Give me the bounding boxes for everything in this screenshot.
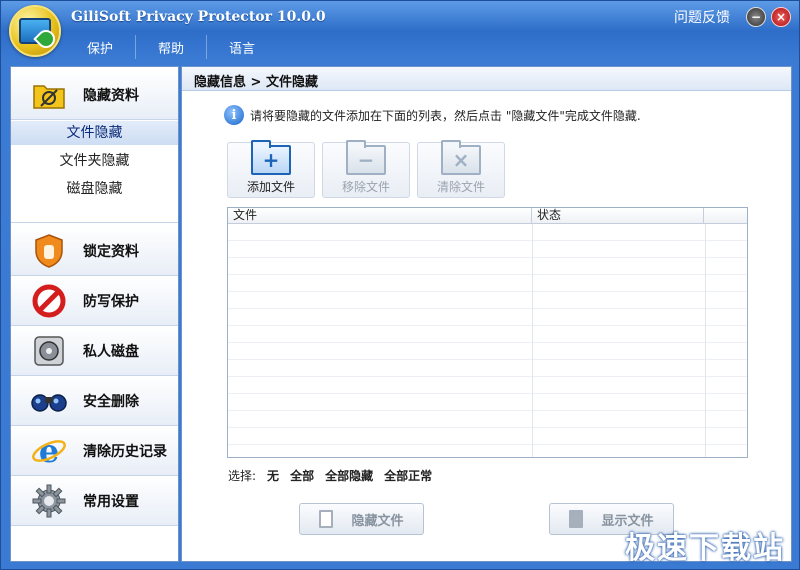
menu-bar: 保护 帮助 语言 [65,35,277,59]
folder-add-icon: + [251,140,291,175]
document-icon [569,510,584,528]
select-all-normal-link[interactable]: 全部正常 [384,467,432,484]
svg-text:e: e [39,433,59,469]
shield-hand-icon [31,233,67,269]
column-header-file[interactable]: 文件 [228,208,532,223]
main-panel: 隐藏信息 > 文件隐藏 i 请将要隐藏的文件添加在下面的列表，然后点击 "隐藏文… [181,66,792,562]
sidebar-item-label: 私人磁盘 [83,343,139,360]
clear-file-button[interactable]: × 清除文件 [417,140,505,198]
sub-nav: 文件隐藏 文件夹隐藏 磁盘隐藏 [11,119,178,223]
column-header-empty [704,208,747,223]
remove-file-button[interactable]: − 移除文件 [322,140,410,198]
document-icon [319,510,334,528]
folder-clear-icon: × [441,140,481,175]
sidebar-item-lock-data[interactable]: 锁定资料 [11,226,178,276]
file-toolbar: + 添加文件 − 移除文件 × 清除文件 [227,140,512,198]
watermark: 极速下载站 [625,531,785,566]
ie-browser-icon: e [31,433,67,469]
add-file-button[interactable]: + 添加文件 [227,140,315,198]
sidebar-item-label: 清除历史记录 [83,443,167,460]
column-divider [532,224,533,457]
sidebar-item-private-disk[interactable]: 私人磁盘 [11,326,178,376]
gear-icon [31,483,67,519]
sub-item-file-hide[interactable]: 文件隐藏 [11,121,178,145]
folder-remove-icon: − [346,140,386,175]
hide-files-label: 隐藏文件 [351,513,404,529]
menu-help[interactable]: 帮助 [136,35,208,59]
select-all-hidden-link[interactable]: 全部隐藏 [325,467,373,484]
remove-file-label: 移除文件 [341,180,390,194]
selection-bar: 选择: 无 全部 全部隐藏 全部正常 [228,467,443,484]
select-none-link[interactable]: 无 [267,467,279,484]
hint-message: i 请将要隐藏的文件添加在下面的列表，然后点击 "隐藏文件"完成文件隐藏. [224,105,641,125]
sidebar-item-label: 安全删除 [83,393,139,410]
feedback-link[interactable]: 问题反馈 [674,7,730,27]
safe-disk-icon [31,333,67,369]
sidebar-item-secure-delete[interactable]: 安全删除 [11,376,178,426]
table-body[interactable] [228,224,747,457]
column-divider [705,224,706,457]
sidebar-item-label: 常用设置 [83,493,139,510]
menu-language[interactable]: 语言 [207,35,277,59]
menu-protect[interactable]: 保护 [65,35,137,59]
select-label: 选择: [228,469,257,483]
add-file-label: 添加文件 [246,180,295,194]
breadcrumb: 隐藏信息 > 文件隐藏 [182,67,791,91]
file-list-table[interactable]: 文件 状态 [227,207,748,458]
sidebar-item-write-protect[interactable]: 防写保护 [11,276,178,326]
sidebar-item-label: 防写保护 [83,293,139,310]
sidebar-item-label: 锁定资料 [83,243,139,260]
column-header-status[interactable]: 状态 [532,208,704,223]
hide-files-button[interactable]: 隐藏文件 [299,503,424,535]
sidebar: 隐藏资料 文件隐藏 文件夹隐藏 磁盘隐藏 锁定资料 防写保护 私人磁盘 安全删除… [10,66,179,562]
select-all-link[interactable]: 全部 [290,467,314,484]
window-title: GiliSoft Privacy Protector 10.0.0 [71,9,326,25]
binoculars-icon [31,383,67,419]
clear-file-label: 清除文件 [436,180,485,194]
sidebar-item-clear-history[interactable]: e 清除历史记录 [11,426,178,476]
folder-hide-icon [31,77,67,113]
sidebar-item-settings[interactable]: 常用设置 [11,476,178,526]
table-header: 文件 状态 [228,208,747,224]
minimize-button[interactable]: − [746,7,766,27]
sidebar-item-hide-data[interactable]: 隐藏资料 [11,70,178,120]
close-button[interactable]: × [771,7,791,27]
sub-item-folder-hide[interactable]: 文件夹隐藏 [11,149,178,173]
info-icon: i [224,105,244,125]
app-logo-icon [9,5,61,57]
hint-text: 请将要隐藏的文件添加在下面的列表，然后点击 "隐藏文件"完成文件隐藏. [250,108,641,123]
sidebar-item-label: 隐藏资料 [83,87,139,104]
app-window: GiliSoft Privacy Protector 10.0.0 问题反馈 −… [0,0,800,570]
no-entry-icon [31,283,67,319]
sub-item-disk-hide[interactable]: 磁盘隐藏 [11,177,178,201]
